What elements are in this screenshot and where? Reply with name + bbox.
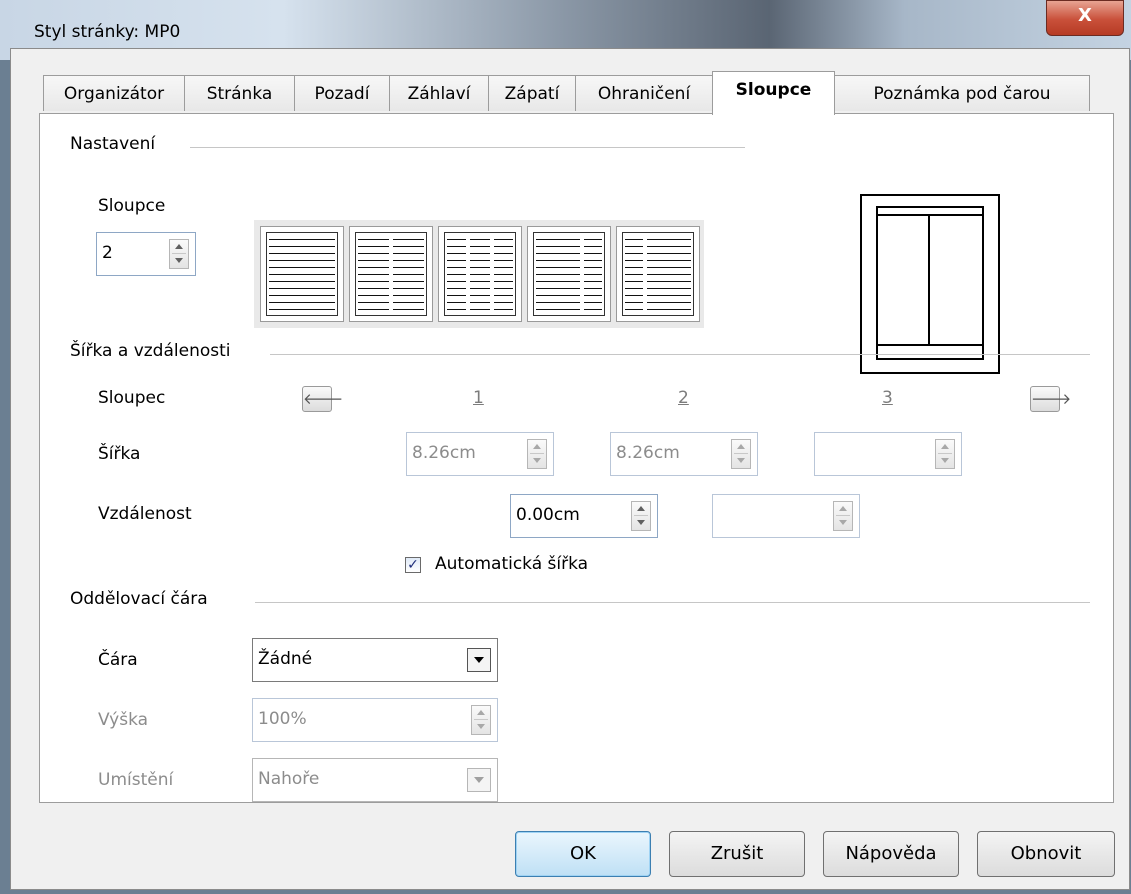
preset-one-column[interactable]: [260, 226, 344, 322]
spin-arrows-icon[interactable]: [169, 239, 189, 269]
page-style-dialog: Organizátor Stránka Pozadí Záhlaví Zápat…: [10, 48, 1130, 890]
auto-width-label[interactable]: Automatická šířka: [435, 554, 588, 574]
tab-background[interactable]: Pozadí: [294, 75, 390, 111]
columns-count-value: 2: [102, 243, 113, 263]
widths-section-title: Šířka a vzdálenosti: [70, 341, 239, 361]
width-column-2-value: 8.26cm: [616, 443, 680, 463]
spacing-2-field[interactable]: [712, 494, 860, 538]
spin-arrows-icon[interactable]: [527, 439, 547, 469]
line-type-dropdown[interactable]: Žádné: [252, 638, 498, 682]
tab-columns[interactable]: Sloupce: [712, 71, 835, 115]
spacing-1-value: 0.00cm: [516, 505, 580, 525]
tab-footnote[interactable]: Poznámka pod čarou: [834, 75, 1090, 111]
dropdown-arrow-icon[interactable]: [467, 768, 491, 792]
column-presets: [254, 220, 704, 328]
width-column-1-value: 8.26cm: [412, 443, 476, 463]
previous-column-button[interactable]: 🡐: [302, 386, 343, 412]
auto-width-checkbox[interactable]: ✓: [405, 557, 421, 573]
reset-button[interactable]: Obnovit: [977, 831, 1115, 877]
width-label: Šířka: [98, 444, 141, 464]
column-number-2: 2: [678, 388, 689, 408]
width-column-2-field[interactable]: 8.26cm: [610, 432, 758, 476]
columns-panel: Nastavení Sloupce 2 Šířka a vzdálenosti …: [39, 113, 1114, 803]
position-label: Umístění: [98, 770, 174, 790]
help-button[interactable]: Nápověda: [823, 831, 959, 877]
preset-two-columns-left-wide[interactable]: [527, 226, 611, 322]
tab-organizer[interactable]: Organizátor: [43, 75, 185, 111]
spin-arrows-icon[interactable]: [935, 439, 955, 469]
ok-button[interactable]: OK: [515, 831, 651, 877]
column-label: Sloupec: [98, 388, 166, 408]
line-type-value: Žádné: [258, 649, 313, 669]
tab-borders[interactable]: Ohraničení: [575, 75, 713, 111]
tab-footer[interactable]: Zápatí: [488, 75, 576, 111]
columns-preview: [860, 194, 1000, 374]
cancel-button[interactable]: Zrušit: [669, 831, 805, 877]
width-column-1-field[interactable]: 8.26cm: [406, 432, 554, 476]
settings-section-title: Nastavení: [70, 134, 164, 154]
columns-count-stepper[interactable]: 2: [96, 232, 196, 276]
column-number-1: 1: [473, 388, 484, 408]
settings-divider: [190, 147, 745, 148]
spin-arrows-icon[interactable]: [731, 439, 751, 469]
spin-arrows-icon[interactable]: [833, 501, 853, 531]
preset-two-columns[interactable]: [349, 226, 433, 322]
preview-page: [876, 206, 984, 360]
spin-arrows-icon[interactable]: [471, 705, 491, 735]
close-button[interactable]: X: [1046, 0, 1124, 36]
preset-two-columns-right-wide[interactable]: [616, 226, 700, 322]
preset-three-columns[interactable]: [438, 226, 522, 322]
height-label: Výška: [98, 710, 149, 730]
column-number-3: 3: [882, 388, 893, 408]
widths-divider: [270, 354, 1090, 355]
window-title: Styl stránky: MP0: [34, 22, 181, 42]
spin-arrows-icon[interactable]: [631, 501, 651, 531]
spacing-label: Vzdálenost: [98, 504, 192, 524]
columns-count-label: Sloupce: [98, 196, 166, 216]
next-column-button[interactable]: 🡒: [1030, 386, 1071, 412]
separator-section-title: Oddělovací čára: [70, 589, 216, 609]
width-column-3-field[interactable]: [814, 432, 962, 476]
line-label: Čára: [98, 650, 138, 670]
spacing-1-field[interactable]: 0.00cm: [510, 494, 658, 538]
position-value: Nahoře: [258, 769, 320, 789]
dropdown-arrow-icon[interactable]: [467, 648, 491, 672]
position-dropdown[interactable]: Nahoře: [252, 758, 498, 802]
height-value: 100%: [258, 709, 307, 729]
separator-divider: [255, 602, 1090, 603]
height-field[interactable]: 100%: [252, 698, 498, 742]
tab-page[interactable]: Stránka: [184, 75, 295, 111]
tab-header[interactable]: Záhlaví: [389, 75, 489, 111]
